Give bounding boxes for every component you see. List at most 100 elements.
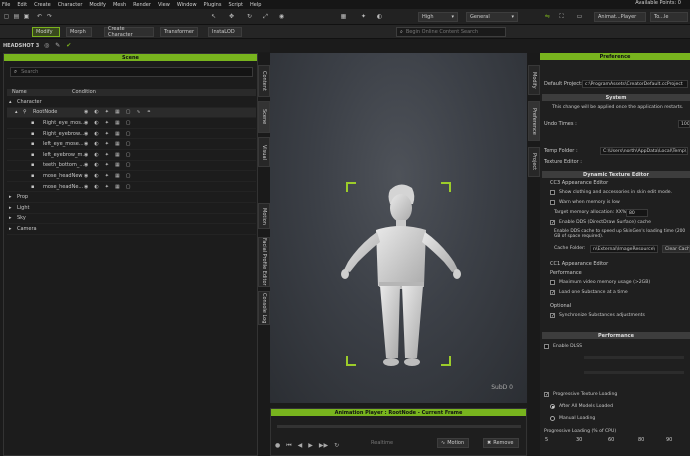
morph-button[interactable]: Morph (66, 27, 92, 37)
visible-icon[interactable]: ◉ (84, 173, 88, 179)
light-icon[interactable]: ✦ (360, 13, 367, 20)
lock-icon[interactable]: ▢ (126, 141, 131, 147)
wire-icon[interactable]: ▦ (115, 173, 120, 179)
window-icon[interactable]: ▭ (576, 13, 583, 20)
visible-icon[interactable]: ◉ (84, 120, 88, 126)
tab-modify[interactable]: Modify (528, 65, 540, 95)
dlss-slider-2[interactable] (584, 371, 684, 374)
visible-icon[interactable]: ◉ (84, 141, 88, 147)
tab-project[interactable]: Project (528, 147, 540, 177)
create-character-button[interactable]: Create Character (104, 26, 154, 38)
tree-row-mesh[interactable]: ▪ mose_headNew ◉ ◐ ✦ ▦ ▢ (7, 171, 256, 182)
shadow-icon[interactable]: ◐ (94, 131, 98, 137)
next-frame-icon[interactable]: ▶▶ (319, 442, 328, 450)
tab-timeline[interactable]: To...le (650, 12, 688, 22)
mirror-icon[interactable]: ⇋ (544, 13, 551, 20)
headshot-label[interactable]: HEADSHOT 3 (3, 43, 39, 49)
menu-window[interactable]: Window (177, 2, 197, 8)
tab-motion[interactable]: Motion (258, 203, 270, 229)
wire-icon[interactable]: ▦ (115, 109, 120, 115)
wire-icon[interactable]: ▦ (115, 141, 120, 147)
menu-modify[interactable]: Modify (89, 2, 106, 8)
menu-render[interactable]: Render (133, 2, 151, 8)
open-folder-icon[interactable]: ▤ (13, 13, 20, 20)
light-icon[interactable]: ✦ (105, 184, 109, 190)
expand-icon[interactable]: ▴ (15, 109, 18, 115)
record-icon[interactable]: ● (275, 442, 280, 450)
performance-section[interactable]: Performance (542, 332, 690, 339)
enable-dds-checkbox[interactable]: ✓ (550, 220, 555, 226)
tree-row-light[interactable]: ▸ Light (7, 203, 256, 214)
play-icon[interactable]: ▶ (308, 442, 313, 450)
tab-scene[interactable]: Scene (258, 101, 270, 133)
lock-icon[interactable]: ▢ (126, 162, 131, 168)
light-icon[interactable]: ✦ (105, 152, 109, 158)
instalod-button[interactable]: InstaLOD (208, 27, 242, 37)
tab-content[interactable]: Content (258, 65, 270, 97)
shadow-icon[interactable]: ◐ (94, 152, 98, 158)
visible-icon[interactable]: ◉ (84, 109, 88, 115)
move-icon[interactable]: ✥ (228, 13, 235, 20)
expand-icon[interactable]: ▴ (9, 99, 12, 105)
tree-row-rootnode[interactable]: ▴ ⚲ RootNode ◉ ◐ ✦ ▦ ▢ ∿ ⚭ (7, 107, 256, 119)
lock-icon[interactable]: ▢ (126, 120, 131, 126)
motion-button[interactable]: ∿ Motion (437, 438, 469, 448)
tree-row-mesh[interactable]: ▪ left_eyebrow_m... ◉ ◐ ✦ ▦ ▢ (7, 150, 256, 161)
tab-facial-profile-editor[interactable]: Facial Profile Editor (258, 237, 270, 287)
fullscreen-icon[interactable]: ⛶ (558, 13, 565, 20)
motion-icon[interactable]: ∿ (136, 109, 140, 115)
menu-mesh[interactable]: Mesh (113, 2, 126, 8)
lock-icon[interactable]: ▢ (126, 152, 131, 158)
clear-cache-button[interactable]: Clear Cache (662, 245, 690, 253)
tab-console-log[interactable]: Console Log (258, 291, 270, 325)
menu-plugins[interactable]: Plugins (204, 2, 222, 8)
wire-icon[interactable]: ▦ (115, 120, 120, 126)
wire-icon[interactable]: ▦ (115, 131, 120, 137)
headshot-tool-icon[interactable]: ◎ (43, 42, 50, 49)
visible-icon[interactable]: ◉ (84, 152, 88, 158)
load-one-checkbox[interactable]: ✓ (550, 290, 555, 296)
tree-row-mesh[interactable]: ▪ Right_eye_mos... ◉ ◐ ✦ ▦ ▢ (7, 118, 256, 129)
headshot-check-icon[interactable]: ✔ (65, 42, 72, 49)
wire-icon[interactable]: ▦ (115, 162, 120, 168)
system-section[interactable]: System (542, 94, 690, 101)
loop-icon[interactable]: ↻ (334, 442, 339, 450)
visible-icon[interactable]: ◉ (84, 184, 88, 190)
shadow-icon[interactable]: ◐ (376, 13, 383, 20)
sync-substance-checkbox[interactable]: ✓ (550, 313, 555, 319)
expand-icon[interactable]: ▸ (9, 215, 12, 221)
shadow-icon[interactable]: ◐ (94, 141, 98, 147)
dlss-slider[interactable] (584, 356, 684, 359)
redo-icon[interactable]: ↷ (46, 13, 53, 20)
mode-select[interactable]: General ▾ (466, 12, 518, 22)
temp-folder-field[interactable]: C:\Users\north\AppData\Local\Temp\ (600, 147, 688, 155)
shadow-icon[interactable]: ◐ (94, 162, 98, 168)
remove-button[interactable]: ✖ Remove (483, 438, 519, 448)
tree-row-mesh[interactable]: ▪ mose_headNe... ◉ ◐ ✦ ▦ ▢ (7, 182, 256, 193)
select-icon[interactable]: ↖ (210, 13, 217, 20)
shadow-icon[interactable]: ◐ (94, 120, 98, 126)
link-icon[interactable]: ⚭ (147, 109, 151, 115)
shadow-icon[interactable]: ◐ (94, 109, 98, 115)
tree-row-camera[interactable]: ▸ Camera (7, 224, 256, 235)
expand-icon[interactable]: ▸ (9, 226, 12, 232)
menu-view[interactable]: View (158, 2, 170, 8)
default-project-field[interactable]: c:\ProgramAssets\CreatorDefault.ccProjec… (582, 80, 688, 88)
after-all-loaded-radio[interactable] (550, 404, 555, 409)
rotate-icon[interactable]: ↻ (246, 13, 253, 20)
expand-icon[interactable]: ▸ (9, 205, 12, 211)
lock-icon[interactable]: ▢ (126, 173, 131, 179)
tree-row-mesh[interactable]: ▪ left_eye_mose... ◉ ◐ ✦ ▦ ▢ (7, 139, 256, 150)
shadow-icon[interactable]: ◐ (94, 184, 98, 190)
wire-icon[interactable]: ▦ (115, 184, 120, 190)
lock-icon[interactable]: ▢ (126, 109, 131, 115)
menu-script[interactable]: Script (228, 2, 243, 8)
transformer-button[interactable]: Transformer (160, 27, 198, 37)
tab-animation-player[interactable]: Animat...Player (594, 12, 646, 22)
light-icon[interactable]: ✦ (105, 109, 109, 115)
expand-icon[interactable]: ▸ (9, 194, 12, 200)
headshot-brush-icon[interactable]: ✎ (54, 42, 61, 49)
enable-dlss-checkbox[interactable] (544, 344, 549, 349)
scale-icon[interactable]: ⤢ (262, 13, 269, 20)
lock-icon[interactable]: ▢ (126, 131, 131, 137)
